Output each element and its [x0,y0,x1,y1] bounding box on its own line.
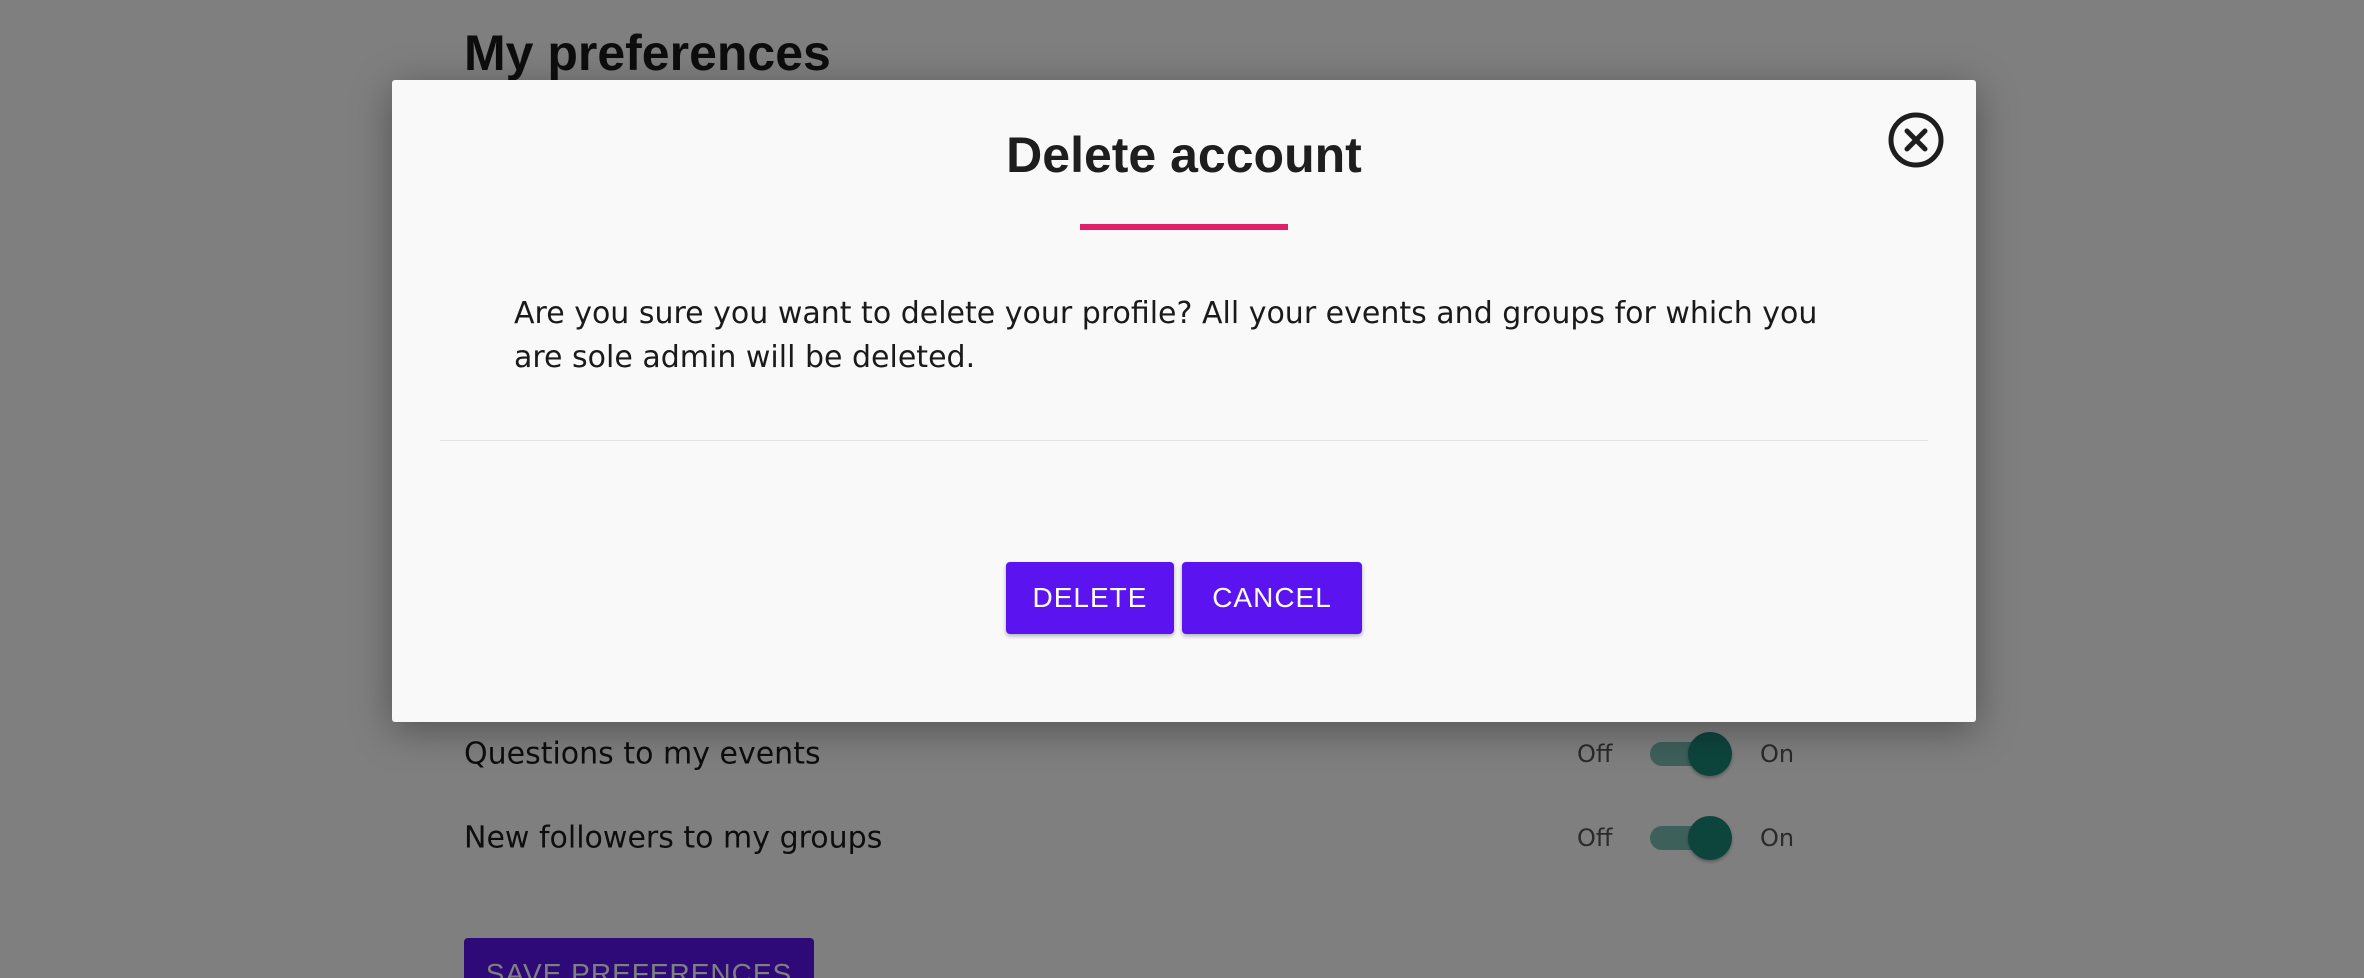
close-icon[interactable] [1886,110,1946,170]
dialog-message: Are you sure you want to delete your pro… [514,296,1818,375]
dialog-title: Delete account [1006,127,1362,183]
dialog-divider [440,440,1928,441]
delete-account-dialog: Delete account Are you sure you want to … [392,80,1976,722]
cancel-button[interactable]: CANCEL [1182,562,1362,634]
title-underline [1080,224,1288,230]
delete-button[interactable]: DELETE [1006,562,1174,634]
